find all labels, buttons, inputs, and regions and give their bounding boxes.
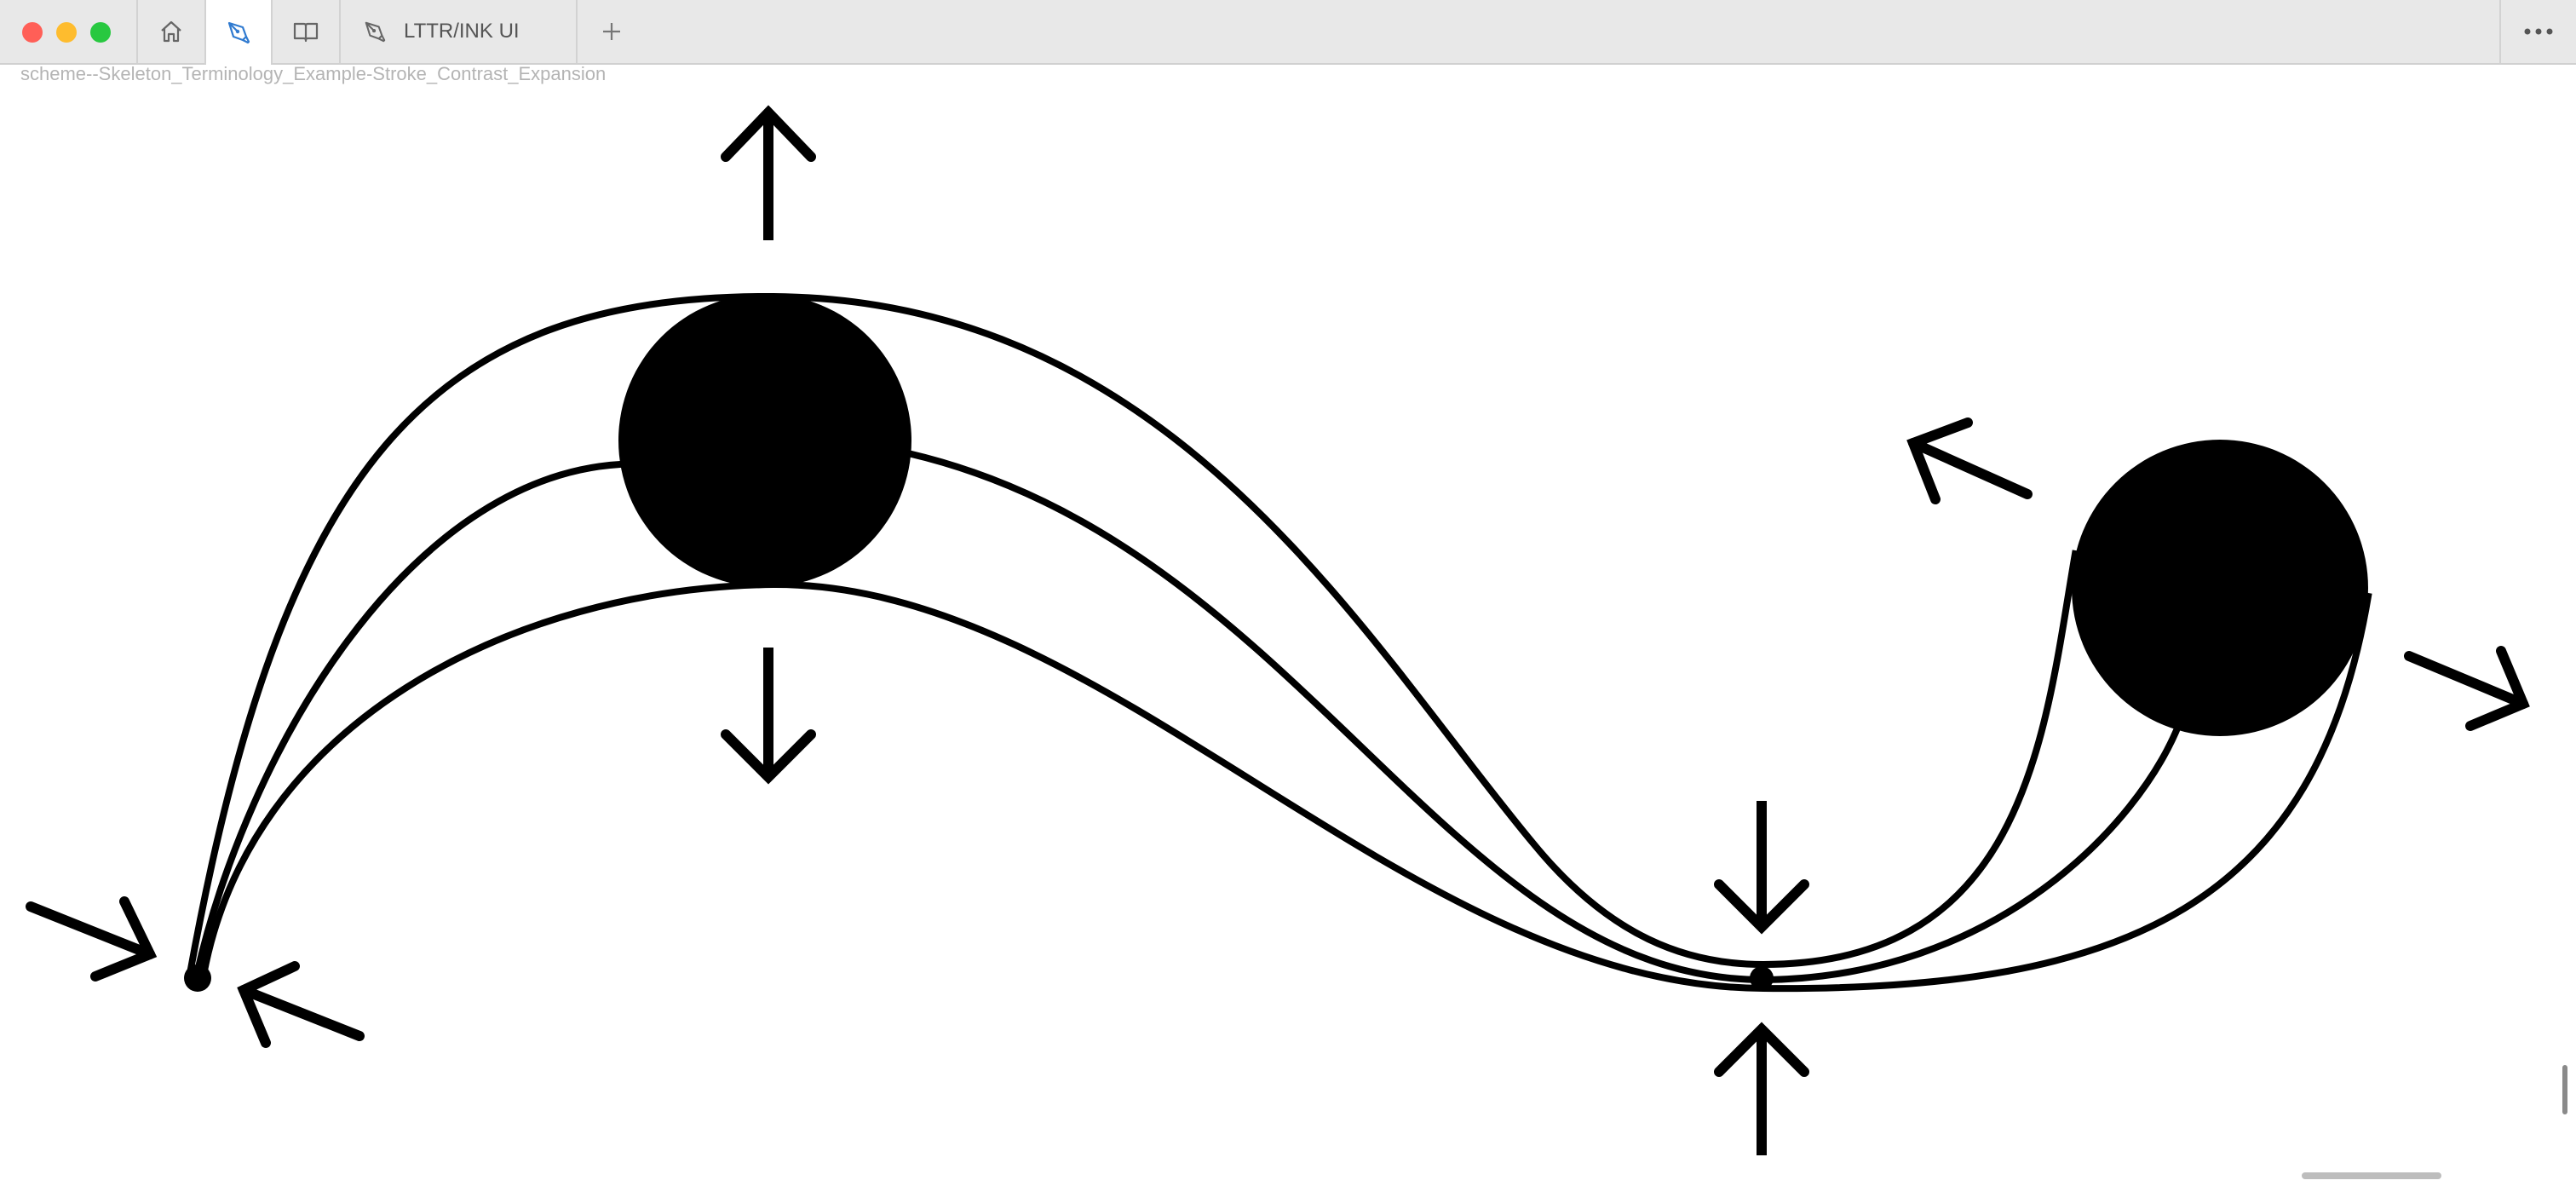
stroke-middle-node[interactable] <box>1750 966 1774 990</box>
arrow-in-start-left <box>26 896 158 982</box>
stroke-start-node[interactable] <box>184 964 211 992</box>
arrow-down-middle <box>1714 801 1809 935</box>
arrow-down-top <box>721 648 816 785</box>
expanded-pen-circle-top[interactable] <box>618 294 911 587</box>
inner-contour-curve[interactable] <box>198 580 2372 993</box>
expanded-pen-circle-end[interactable] <box>2072 440 2368 736</box>
outer-contour-curve[interactable] <box>185 292 2079 982</box>
arrow-in-start-right <box>237 961 365 1048</box>
arrow-out-end-upper <box>1906 417 2033 504</box>
arrow-up-top <box>721 105 816 240</box>
horizontal-scrollbar[interactable] <box>2302 1172 2441 1179</box>
skeleton-curve[interactable] <box>192 449 2184 984</box>
vertical-scrollbar[interactable] <box>2562 1065 2567 1114</box>
arrow-up-middle <box>1714 1022 1809 1155</box>
drawing-canvas[interactable] <box>0 0 2576 1186</box>
arrow-out-end-lower <box>2404 646 2530 731</box>
